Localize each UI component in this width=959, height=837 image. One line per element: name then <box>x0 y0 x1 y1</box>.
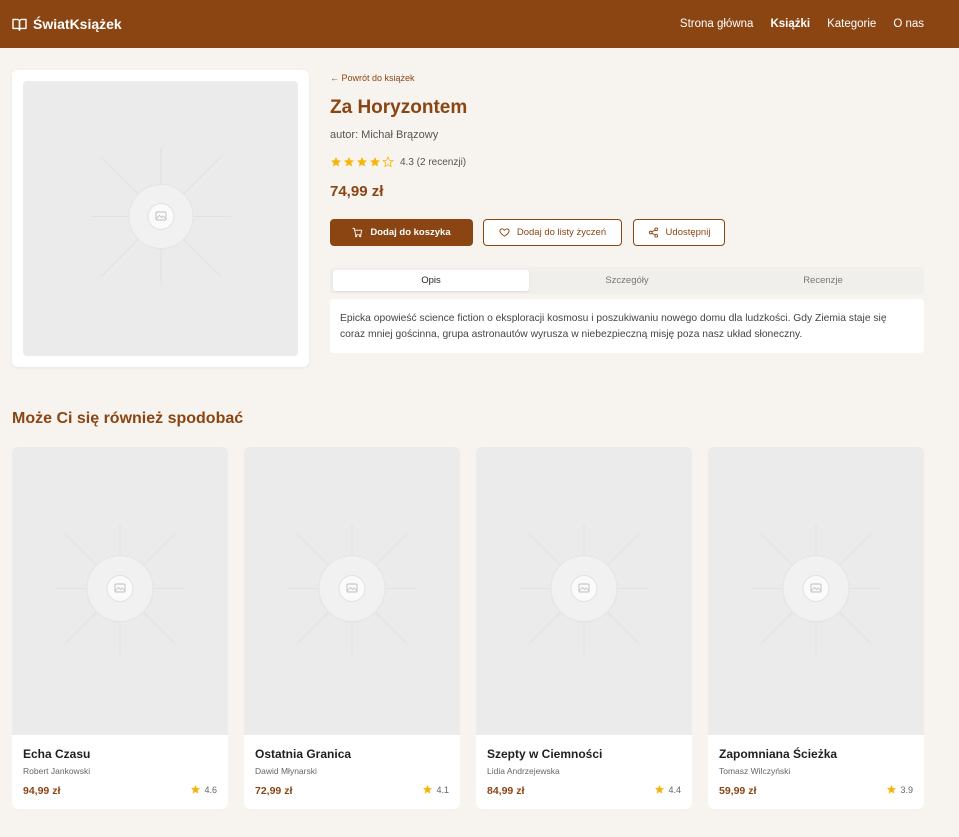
add-to-wishlist-label: Dodaj do listy życzeń <box>516 227 607 238</box>
star-full-icon <box>370 157 380 167</box>
related-book-rating-value: 4.1 <box>436 784 449 795</box>
book-info-tabs: Opis Szczegóły Recenzje <box>330 267 924 294</box>
nav-link-books[interactable]: Książki <box>770 18 810 30</box>
share-icon <box>648 227 658 238</box>
book-author: autor: Michał Brązowy <box>330 129 439 141</box>
star-full-icon <box>887 784 897 794</box>
brand-logo[interactable]: ŚwiatKsiążek <box>12 16 122 32</box>
add-to-wishlist-button[interactable]: Dodaj do listy życzeń <box>483 219 622 246</box>
related-book-card[interactable]: Ostatnia Granica Dawid Młynarski 72,99 z… <box>244 447 460 809</box>
rating-summary: 4.3 (2 recenzji) <box>400 156 467 168</box>
related-book-rating: 4.6 <box>190 784 217 795</box>
related-book-rating-value: 3.9 <box>900 784 913 795</box>
star-full-icon <box>331 157 341 167</box>
book-title: Za Horyzontem <box>330 97 468 118</box>
add-to-cart-button[interactable]: Dodaj do koszyka <box>330 219 473 246</box>
top-navigation-bar: ŚwiatKsiążek Strona główna Książki Kateg… <box>0 0 959 48</box>
related-book-cover <box>12 447 228 735</box>
book-price: 74,99 zł <box>330 183 384 200</box>
related-book-cover <box>244 447 460 735</box>
related-book-price: 59,99 zł <box>719 785 757 797</box>
related-book-rating: 4.1 <box>422 784 449 795</box>
cart-icon <box>352 227 363 238</box>
book-cover-card <box>12 70 309 367</box>
related-book-title: Echa Czasu <box>23 747 91 761</box>
book-description: Epicka opowieść science fiction o eksplo… <box>330 299 924 353</box>
related-book-card[interactable]: Zapomniana Ścieżka Tomasz Wilczyński 59,… <box>708 447 924 809</box>
book-open-icon <box>12 18 27 31</box>
tab-details[interactable]: Szczegóły <box>529 270 725 291</box>
star-full-icon <box>357 157 367 167</box>
share-button[interactable]: Udostępnij <box>633 219 725 246</box>
nav-link-categories[interactable]: Kategorie <box>827 18 876 30</box>
star-full-icon <box>655 784 665 794</box>
related-books-heading: Może Ci się również spodobać <box>12 410 244 427</box>
image-placeholder-icon <box>90 146 231 291</box>
related-book-cover <box>476 447 692 735</box>
book-cover-image <box>23 81 298 356</box>
related-book-author: Lidia Andrzejewska <box>487 766 560 776</box>
related-book-cover <box>708 447 924 735</box>
tab-description[interactable]: Opis <box>333 270 529 291</box>
image-placeholder-icon <box>45 514 195 669</box>
heart-icon <box>499 228 510 237</box>
related-book-author: Dawid Młynarski <box>255 766 317 776</box>
image-placeholder-icon <box>277 514 427 669</box>
tab-reviews[interactable]: Recenzje <box>725 270 921 291</box>
related-book-price: 94,99 zł <box>23 785 61 797</box>
related-book-rating: 3.9 <box>886 784 913 795</box>
image-placeholder-icon <box>741 514 891 669</box>
brand-name: ŚwiatKsiążek <box>33 16 122 32</box>
nav-link-about[interactable]: O nas <box>893 18 924 30</box>
related-book-title: Ostatnia Granica <box>255 747 352 761</box>
related-book-price: 84,99 zł <box>487 785 525 797</box>
related-book-card[interactable]: Echa Czasu Robert Jankowski 94,99 zł 4.6 <box>12 447 228 809</box>
related-book-rating-value: 4.4 <box>668 784 681 795</box>
book-rating: 4.3 (2 recenzji) <box>330 156 466 168</box>
related-book-title: Zapomniana Ścieżka <box>719 747 838 761</box>
related-book-author: Tomasz Wilczyński <box>719 766 791 776</box>
related-book-title: Szepty w Ciemności <box>487 747 603 761</box>
star-full-icon <box>344 157 354 167</box>
related-book-card[interactable]: Szepty w Ciemności Lidia Andrzejewska 84… <box>476 447 692 809</box>
star-empty-icon <box>382 156 394 168</box>
related-book-author: Robert Jankowski <box>23 766 91 776</box>
related-book-rating-value: 4.6 <box>204 784 217 795</box>
back-to-books-link[interactable]: ← Powrót do książek <box>330 73 415 83</box>
add-to-cart-label: Dodaj do koszyka <box>370 227 451 238</box>
share-label: Udostępnij <box>665 227 711 238</box>
nav-link-home[interactable]: Strona główna <box>680 18 754 30</box>
related-book-rating: 4.4 <box>654 784 681 795</box>
star-full-icon <box>191 784 201 794</box>
image-placeholder-icon <box>509 514 659 669</box>
star-full-icon <box>423 784 433 794</box>
related-book-price: 72,99 zł <box>255 785 293 797</box>
main-nav: Strona główna Książki Kategorie O nas <box>680 18 924 30</box>
